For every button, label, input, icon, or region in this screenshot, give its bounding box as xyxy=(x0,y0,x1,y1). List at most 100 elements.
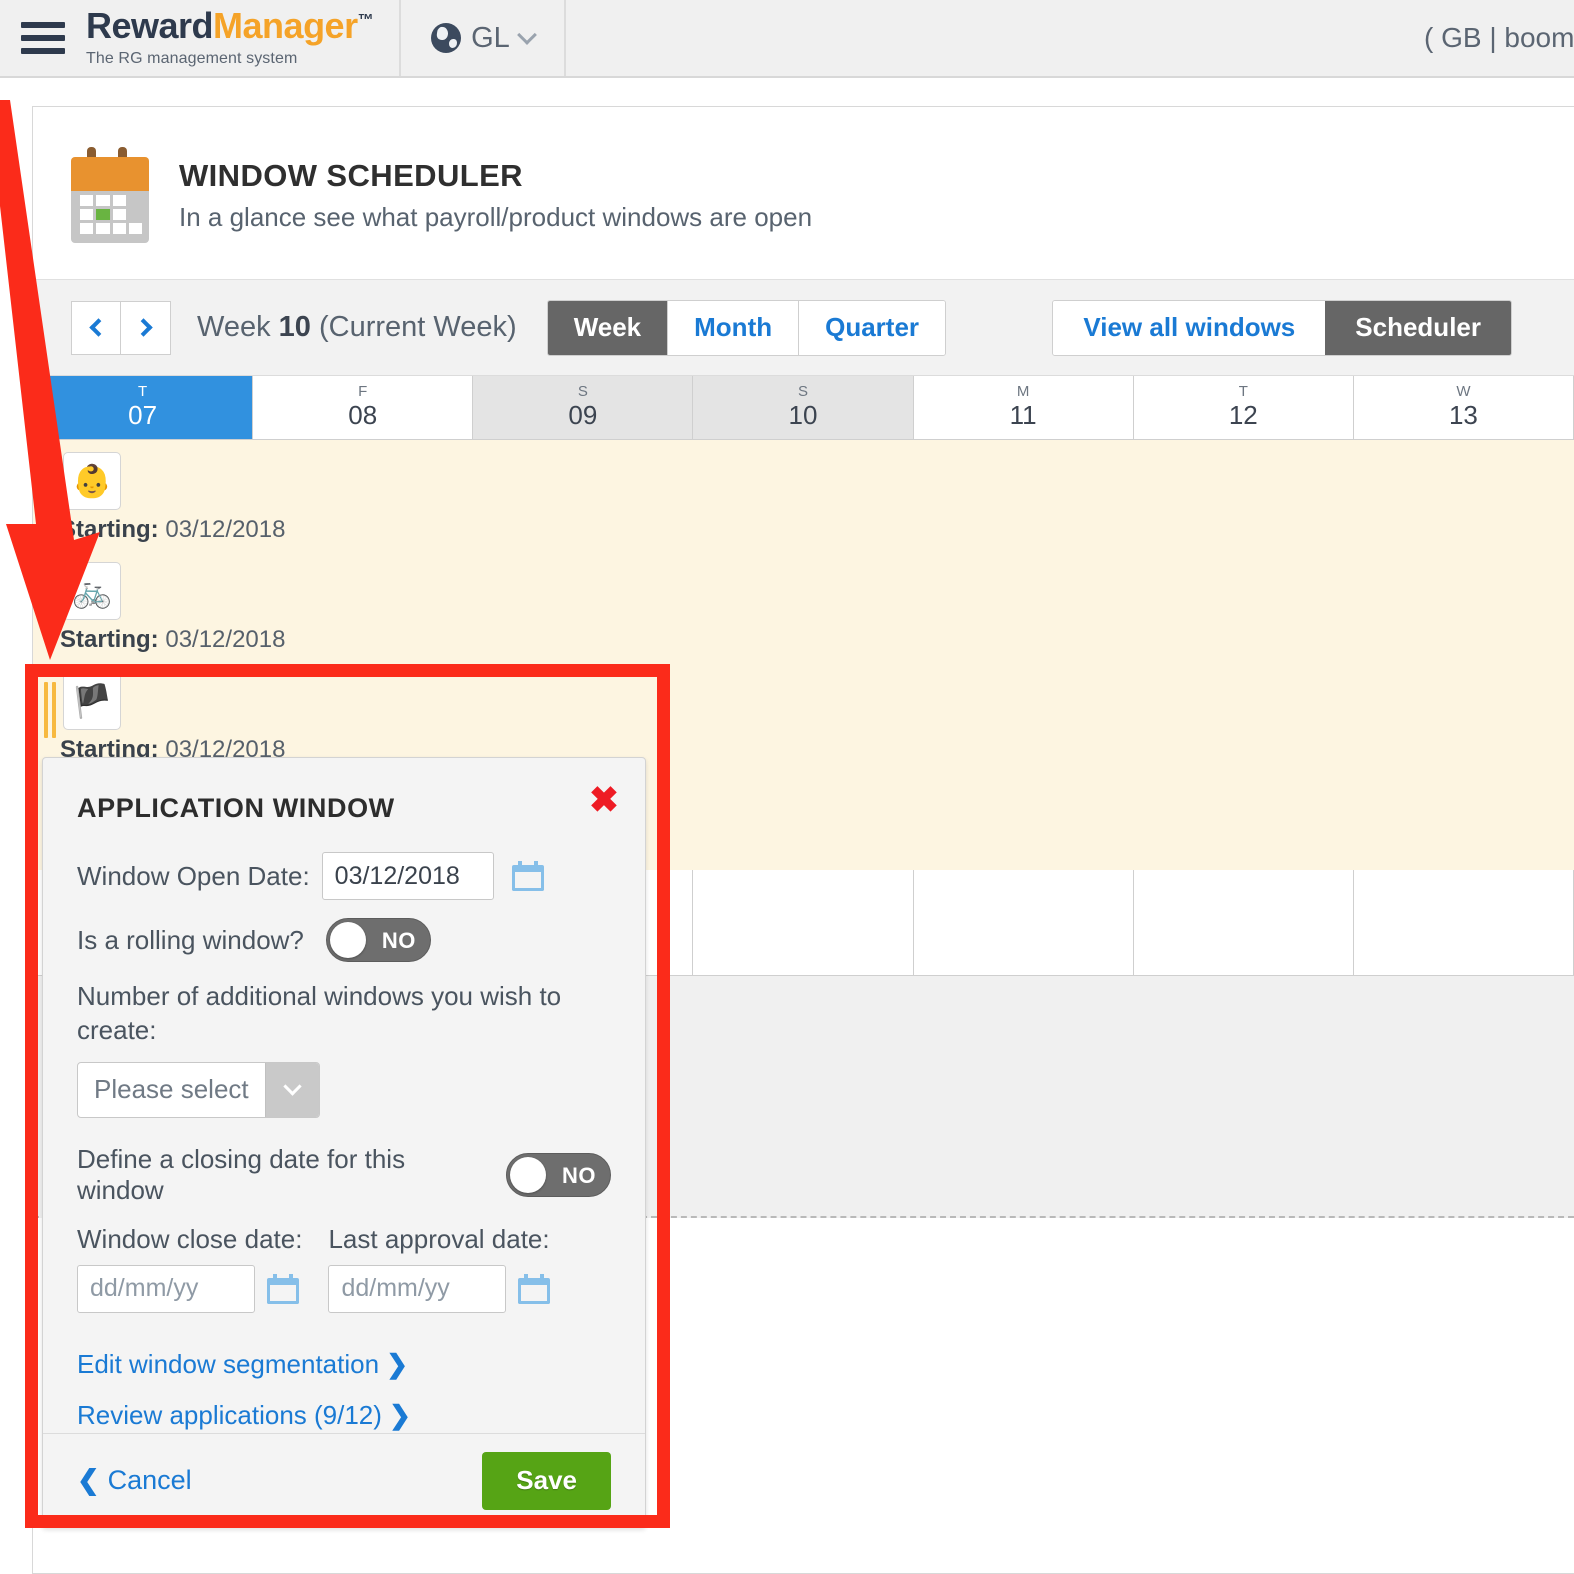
region-selector[interactable]: GL xyxy=(401,0,564,76)
save-button[interactable]: Save xyxy=(482,1451,611,1510)
day-number: 10 xyxy=(788,399,818,430)
closing-date-row: Define a closing date for this window NO xyxy=(77,1144,611,1206)
grid-cell[interactable] xyxy=(914,870,1134,975)
additional-windows-select-value: Please select xyxy=(94,1074,249,1105)
page-header: WINDOW SCHEDULER In a glance see what pa… xyxy=(33,107,1574,280)
day-header-13[interactable]: W 13 xyxy=(1353,376,1574,439)
current-week-label: Week 10 (Current Week) xyxy=(197,311,517,344)
application-window-modal: APPLICATION WINDOW ✖ Window Open Date: I… xyxy=(42,757,646,1528)
last-approval-date-input[interactable] xyxy=(328,1264,507,1313)
signpost-icon[interactable]: 🏴 xyxy=(63,672,121,730)
modal-footer: ❮ Cancel Save xyxy=(43,1433,645,1527)
day-header-10[interactable]: S 10 xyxy=(693,376,914,439)
day-header-07[interactable]: T 07 xyxy=(33,376,254,439)
week-prefix: Week xyxy=(197,311,271,343)
scheduler-toolbar: Week 10 (Current Week) Week Month Quarte… xyxy=(33,280,1574,376)
trademark-symbol: ™ xyxy=(357,12,374,29)
edit-window-segmentation-label: Edit window segmentation xyxy=(77,1348,380,1379)
scheduler-event-row-3: 🏴 Starting: 03/12/2018 xyxy=(33,660,1574,770)
edit-segmentation-row: Edit window segmentation ❯ xyxy=(77,1349,611,1380)
toggle-knob xyxy=(510,1156,546,1193)
event-start-date: 03/12/2018 xyxy=(165,626,286,653)
view-all-windows-button[interactable]: View all windows xyxy=(1053,300,1326,355)
hamburger-menu-icon[interactable] xyxy=(0,0,86,76)
previous-week-button[interactable] xyxy=(71,300,121,355)
additional-windows-select[interactable]: Please select xyxy=(77,1061,320,1118)
window-open-date-input[interactable] xyxy=(321,852,494,900)
scheduler-button[interactable]: Scheduler xyxy=(1325,300,1511,355)
chevron-left-icon: ❮ xyxy=(77,1465,100,1495)
day-header-09[interactable]: S 09 xyxy=(473,376,694,439)
toggle-knob xyxy=(329,922,366,958)
day-number: 09 xyxy=(568,399,598,430)
day-number: 12 xyxy=(1228,399,1258,430)
day-number: 08 xyxy=(348,399,378,430)
day-number: 07 xyxy=(128,399,158,430)
additional-windows-label: Number of additional windows you wish to… xyxy=(77,981,562,1045)
date-fields-row: Window close date: Last approval date: xyxy=(77,1224,611,1313)
day-header-row: T 07 F 08 S 09 S 10 M 11 T 12 W 13 xyxy=(33,376,1574,440)
window-open-date-row: Window Open Date: xyxy=(77,852,611,900)
day-number: 11 xyxy=(1009,399,1037,430)
day-number: 13 xyxy=(1448,399,1478,430)
closing-date-toggle[interactable]: NO xyxy=(506,1152,611,1197)
calendar-icon xyxy=(71,147,149,243)
day-header-08[interactable]: F 08 xyxy=(253,376,474,439)
day-header-11[interactable]: M 11 xyxy=(913,376,1134,439)
week-suffix: (Current Week) xyxy=(319,311,517,343)
calendar-picker-icon[interactable] xyxy=(511,861,544,891)
event-handle-stripes[interactable] xyxy=(44,572,58,628)
brand-tagline: The RG management system xyxy=(86,50,298,67)
week-number: 10 xyxy=(278,311,311,343)
brand-logo[interactable]: RewardManager™ The RG management system xyxy=(86,0,399,76)
event-handle-stripes[interactable] xyxy=(44,682,58,738)
brand-name-secondary: Manager xyxy=(213,5,358,46)
window-open-date-label: Window Open Date: xyxy=(77,860,310,891)
day-header-12[interactable]: T 12 xyxy=(1133,376,1354,439)
region-label: GL xyxy=(471,21,510,54)
bicycle-icon[interactable]: 🚲 xyxy=(63,562,121,620)
window-close-date-label: Window close date: xyxy=(77,1223,303,1254)
cancel-button[interactable]: ❮ Cancel xyxy=(77,1465,192,1496)
edit-window-segmentation-link[interactable]: Edit window segmentation ❯ xyxy=(77,1349,408,1379)
baby-carriage-icon[interactable]: 👶 xyxy=(63,452,121,510)
range-tab-week[interactable]: Week xyxy=(547,300,669,355)
rolling-window-label: Is a rolling window? xyxy=(77,924,304,955)
closing-date-label: Define a closing date for this window xyxy=(77,1143,406,1205)
range-tab-quarter[interactable]: Quarter xyxy=(799,300,946,355)
range-segmented-control: Week Month Quarter xyxy=(546,299,947,356)
event-start-date: 03/12/2018 xyxy=(165,516,286,543)
grid-cell[interactable] xyxy=(1134,870,1354,975)
page-title: WINDOW SCHEDULER xyxy=(179,157,523,193)
modal-title: APPLICATION WINDOW xyxy=(77,793,395,823)
day-of-week: S xyxy=(577,383,588,401)
chevron-down-icon xyxy=(264,1062,319,1117)
view-toggle-group: View all windows Scheduler xyxy=(1052,299,1512,356)
page-subtitle: In a glance see what payroll/product win… xyxy=(179,201,813,232)
window-close-date-input[interactable] xyxy=(77,1264,255,1313)
chevron-right-icon: ❯ xyxy=(386,1348,409,1379)
event-handle-stripes[interactable] xyxy=(44,462,58,518)
day-of-week: M xyxy=(1016,383,1030,401)
user-account-label[interactable]: ( GB | boom! xyxy=(1424,0,1574,76)
scheduler-event-row-2: 🚲 Starting: 03/12/2018 xyxy=(33,550,1574,660)
closing-date-toggle-value: NO xyxy=(562,1162,596,1188)
next-week-button[interactable] xyxy=(121,300,171,355)
calendar-picker-icon[interactable] xyxy=(267,1273,299,1304)
grid-cell[interactable] xyxy=(693,870,914,975)
review-applications-link[interactable]: Review applications (9/12) ❯ xyxy=(77,1400,411,1430)
brand-name-primary: Reward xyxy=(86,5,214,46)
day-of-week: W xyxy=(1456,383,1471,401)
grid-cell[interactable] xyxy=(1354,870,1574,975)
day-of-week: F xyxy=(358,383,368,401)
calendar-picker-icon[interactable] xyxy=(518,1273,551,1304)
cancel-label: Cancel xyxy=(107,1465,192,1495)
scheduler-event-row-1: 👶 Starting: 03/12/2018 xyxy=(33,440,1574,550)
day-of-week: T xyxy=(137,383,148,401)
range-tab-month[interactable]: Month xyxy=(668,300,800,355)
close-icon[interactable]: ✖ xyxy=(589,782,619,818)
rolling-window-toggle[interactable]: NO xyxy=(325,918,431,962)
screen-root: RewardManager™ The RG management system … xyxy=(0,0,1574,1574)
event-start-label: Starting: xyxy=(60,516,159,543)
